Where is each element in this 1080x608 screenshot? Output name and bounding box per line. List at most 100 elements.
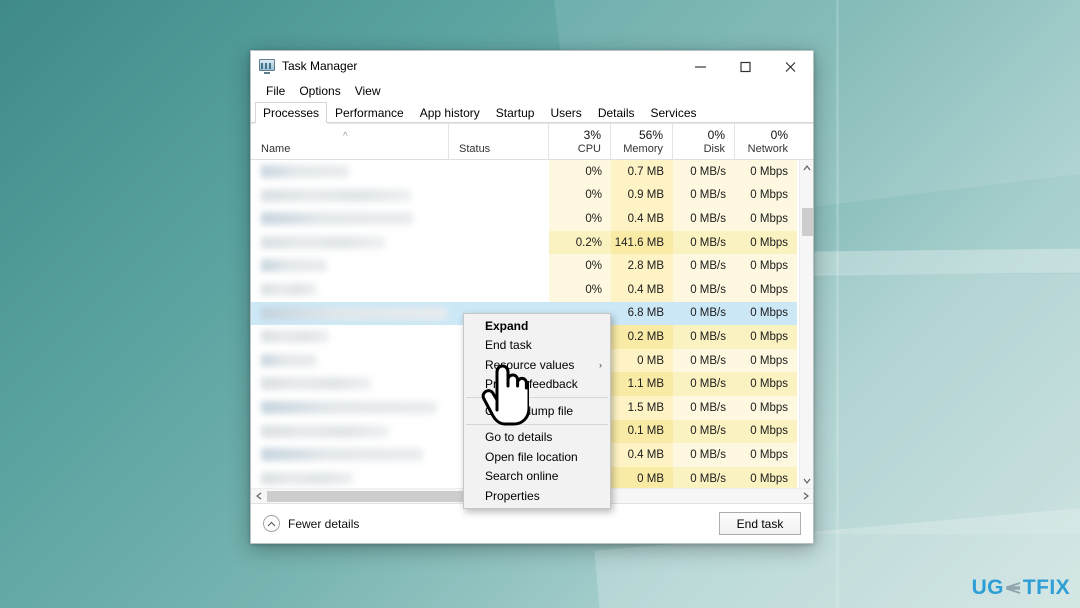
- cell-status: [449, 160, 549, 184]
- context-menu-item[interactable]: Create dump file: [464, 401, 610, 421]
- cell-process-name[interactable]: [251, 396, 449, 420]
- tab-startup[interactable]: Startup: [488, 102, 543, 123]
- tab-details[interactable]: Details: [590, 102, 643, 123]
- cell-network: 0 Mbps: [735, 160, 797, 184]
- redacted-process-name: [261, 471, 353, 485]
- tab-app-history[interactable]: App history: [412, 102, 488, 123]
- tab-users[interactable]: Users: [542, 102, 589, 123]
- context-menu-separator: [466, 423, 608, 425]
- context-menu-item[interactable]: Properties: [464, 486, 610, 506]
- column-header-network[interactable]: 0% Network: [735, 124, 797, 159]
- column-header-name-label: Name: [261, 143, 291, 155]
- context-menu-item[interactable]: End task: [464, 336, 610, 356]
- cell-process-name[interactable]: [251, 301, 449, 326]
- column-header-network-label: Network: [747, 143, 788, 155]
- fewer-details-button[interactable]: Fewer details: [263, 515, 359, 532]
- window-statusbar: Fewer details End task: [251, 503, 813, 543]
- redacted-process-name: [261, 306, 447, 320]
- window-titlebar[interactable]: Task Manager: [251, 51, 813, 81]
- tab-processes[interactable]: Processes: [255, 102, 328, 123]
- cell-process-name[interactable]: [251, 349, 449, 373]
- column-header-disk-value: 0%: [707, 128, 725, 142]
- context-menu-item[interactable]: Expand: [464, 316, 610, 336]
- desktop-background: Task Manager File Options View Processes…: [0, 0, 1080, 608]
- cell-process-name[interactable]: [251, 325, 449, 349]
- cell-process-name[interactable]: [251, 160, 449, 184]
- table-row[interactable]: 0.2% 141.6 MB 0 MB/s 0 Mbps: [251, 230, 799, 255]
- context-menu-separator: [466, 397, 608, 398]
- column-header-disk[interactable]: 0% Disk: [673, 124, 735, 159]
- context-menu-item-label: Properties: [485, 488, 540, 503]
- context-menu-item[interactable]: Go to details: [464, 428, 610, 448]
- cell-cpu: 0.2%: [549, 230, 611, 255]
- process-context-menu: Expand End task Resource values › Provide fe…: [463, 313, 611, 509]
- cell-status: [449, 207, 549, 231]
- context-menu-item-label: Search online: [485, 469, 559, 484]
- tab-performance[interactable]: Performance: [327, 102, 412, 123]
- cell-process-name[interactable]: [251, 372, 449, 396]
- cell-process-name[interactable]: [251, 467, 449, 488]
- cell-process-name[interactable]: [251, 184, 449, 208]
- maximize-button[interactable]: [723, 52, 768, 81]
- scroll-left-button[interactable]: [251, 489, 266, 503]
- menu-item-file[interactable]: File: [259, 81, 292, 102]
- table-row[interactable]: 0% 2.8 MB 0 MB/s 0 Mbps: [251, 254, 799, 278]
- context-menu-item[interactable]: Resource values ›: [464, 355, 610, 375]
- column-header-name[interactable]: ^ Name: [251, 124, 449, 159]
- context-menu-item[interactable]: Search online: [464, 467, 610, 487]
- end-task-button[interactable]: End task: [719, 512, 801, 535]
- cell-memory: 0 MB: [611, 348, 673, 373]
- cell-disk: 0 MB/s: [673, 372, 735, 396]
- redacted-process-name: [261, 165, 349, 178]
- cell-memory: 0.9 MB: [611, 183, 673, 208]
- table-row[interactable]: 0% 0.7 MB 0 MB/s 0 Mbps: [251, 160, 799, 184]
- table-row[interactable]: 0% 0.9 MB 0 MB/s 0 Mbps: [251, 183, 799, 208]
- cell-process-name[interactable]: [251, 254, 449, 278]
- cell-process-name[interactable]: [251, 207, 449, 231]
- context-menu-item[interactable]: Provide feedback: [464, 375, 610, 395]
- column-header-cpu[interactable]: 3% CPU: [549, 124, 611, 159]
- redacted-process-name: [261, 235, 385, 249]
- tab-services[interactable]: Services: [643, 102, 705, 123]
- cell-cpu: 0%: [549, 183, 611, 208]
- column-header-status[interactable]: Status: [449, 124, 549, 159]
- redacted-process-name: [261, 400, 437, 414]
- menu-item-view[interactable]: View: [348, 81, 388, 102]
- table-row[interactable]: 0% 0.4 MB 0 MB/s 0 Mbps: [251, 277, 799, 302]
- column-header-cpu-label: CPU: [577, 143, 601, 155]
- cell-process-name[interactable]: [251, 443, 449, 467]
- cell-memory: 0.7 MB: [611, 160, 673, 184]
- cell-disk: 0 MB/s: [673, 277, 735, 302]
- column-header-memory-value: 56%: [638, 128, 663, 142]
- cell-process-name[interactable]: [251, 278, 449, 302]
- scroll-up-button[interactable]: [800, 160, 813, 175]
- column-header-memory[interactable]: 56% Memory: [611, 124, 673, 159]
- submenu-chevron-right-icon: ›: [599, 359, 602, 370]
- cell-process-name[interactable]: [251, 231, 449, 255]
- wallpaper-edge-line: [836, 0, 839, 608]
- column-header-disk-label: Disk: [703, 143, 725, 155]
- cell-network: 0 Mbps: [735, 466, 797, 488]
- cell-network: 0 Mbps: [735, 183, 797, 208]
- cell-network: 0 Mbps: [735, 325, 797, 349]
- cell-disk: 0 MB/s: [673, 443, 735, 467]
- cell-network: 0 Mbps: [735, 348, 797, 373]
- cell-disk: 0 MB/s: [673, 419, 735, 444]
- close-button[interactable]: [768, 52, 813, 81]
- table-row[interactable]: 0% 0.4 MB 0 MB/s 0 Mbps: [251, 207, 799, 231]
- watermark-e-glyph: [1005, 582, 1021, 594]
- ugetfix-watermark: UG TFIX: [972, 576, 1070, 600]
- cell-memory: 6.8 MB: [611, 301, 673, 326]
- cell-process-name[interactable]: [251, 420, 449, 444]
- redacted-process-name: [261, 353, 317, 367]
- menu-bar: File Options View: [251, 81, 813, 102]
- cell-memory: 0.4 MB: [611, 443, 673, 467]
- vertical-scrollbar[interactable]: [799, 160, 813, 488]
- minimize-button[interactable]: [678, 52, 723, 81]
- menu-item-options[interactable]: Options: [292, 81, 347, 102]
- cell-status: [449, 231, 549, 255]
- context-menu-item[interactable]: Open file location: [464, 447, 610, 467]
- scroll-down-button[interactable]: [800, 473, 813, 488]
- vertical-scrollbar-thumb[interactable]: [802, 208, 813, 236]
- scroll-right-button[interactable]: [798, 489, 813, 503]
